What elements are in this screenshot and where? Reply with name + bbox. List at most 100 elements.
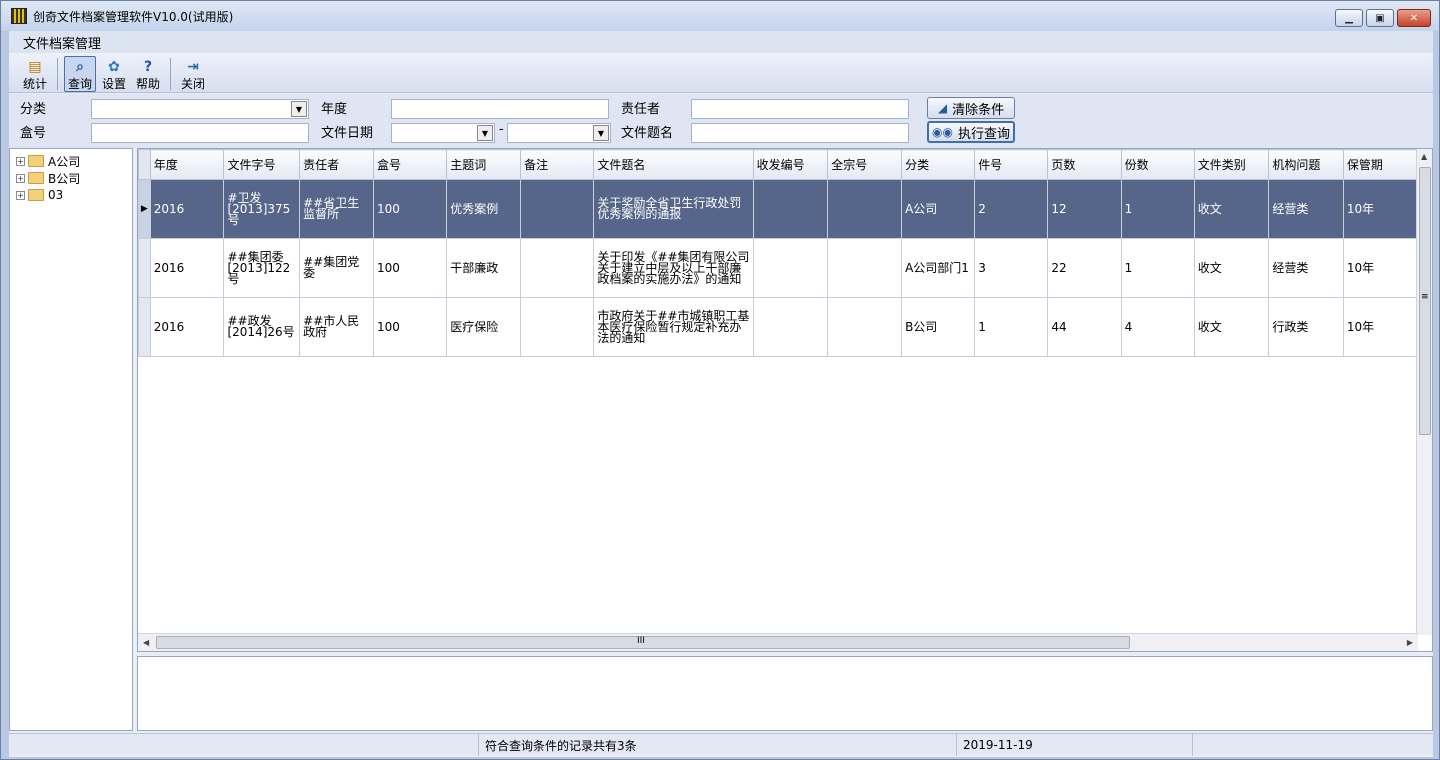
cell[interactable] — [827, 238, 903, 298]
close-window-button[interactable]: ✕ — [1397, 9, 1431, 27]
column-header[interactable]: 机构问题 — [1268, 149, 1344, 180]
date-to-select[interactable]: ▼ — [507, 123, 611, 143]
cell[interactable]: ##集团党委 — [299, 238, 374, 298]
cell[interactable]: 收文 — [1193, 297, 1270, 357]
cell[interactable]: 44 — [1047, 297, 1122, 357]
cell[interactable]: 1 — [974, 297, 1049, 357]
cell[interactable]: 1 — [1120, 179, 1195, 239]
cell[interactable] — [752, 297, 829, 357]
category-select[interactable]: ▼ — [91, 99, 309, 119]
horizontal-scroll-thumb[interactable]: III — [156, 636, 1130, 649]
responsible-input[interactable] — [691, 99, 909, 119]
run-query-button[interactable]: ◉◉ 执行查询 — [927, 121, 1015, 143]
cell[interactable]: 10年 — [1342, 297, 1418, 357]
column-header[interactable]: 收发编号 — [752, 149, 829, 180]
cell[interactable]: 2016 — [149, 179, 225, 239]
column-header[interactable]: 责任者 — [299, 149, 374, 180]
column-header[interactable]: 全宗号 — [827, 149, 903, 180]
cell[interactable]: B公司 — [901, 297, 976, 357]
close-button[interactable]: ⇥ 关闭 — [177, 56, 209, 92]
tree-item[interactable]: + 03 — [10, 187, 132, 203]
query-button[interactable]: ⌕ 查询 — [64, 56, 96, 92]
cell[interactable]: 100 — [372, 179, 448, 239]
clear-conditions-button[interactable]: ◢ 清除条件 — [927, 97, 1015, 119]
column-header[interactable]: 文件字号 — [223, 149, 301, 180]
tree-item[interactable]: + A公司 — [10, 153, 132, 169]
cell[interactable] — [520, 238, 595, 298]
maximize-button[interactable]: ▣ — [1366, 9, 1394, 27]
expand-plus-icon[interactable]: + — [16, 190, 25, 200]
cell[interactable]: 10年 — [1342, 179, 1418, 239]
cell[interactable]: 100 — [372, 238, 448, 298]
column-header[interactable]: 年度 — [149, 149, 225, 180]
help-button[interactable]: ? 帮助 — [132, 56, 164, 92]
scroll-left-arrow-icon[interactable]: ◀ — [143, 638, 149, 647]
expand-plus-icon[interactable]: + — [16, 173, 25, 183]
cell[interactable] — [520, 179, 595, 239]
scroll-right-arrow-icon[interactable]: ▶ — [1407, 638, 1413, 647]
cell[interactable]: 2016 — [149, 297, 225, 357]
cell[interactable]: 100 — [372, 297, 448, 357]
tree-item[interactable]: + B公司 — [10, 170, 132, 186]
vertical-scroll-thumb[interactable]: ≡ — [1419, 167, 1431, 435]
cell[interactable]: 12 — [1047, 179, 1122, 239]
scroll-up-arrow-icon[interactable]: ▲ — [1421, 152, 1427, 161]
cell[interactable]: 医疗保险 — [446, 297, 522, 357]
cell[interactable]: A公司部门1 — [901, 238, 976, 298]
cell[interactable]: A公司 — [901, 179, 976, 239]
date-from-select[interactable]: ▼ — [391, 123, 495, 143]
cell[interactable]: 10年 — [1342, 238, 1418, 298]
table-row[interactable]: 2016 ##集团委[2013]122号 ##集团党委 100 干部廉政 关于印… — [138, 238, 1418, 298]
cell[interactable] — [827, 179, 903, 239]
expand-plus-icon[interactable]: + — [16, 156, 25, 166]
chevron-down-icon[interactable]: ▼ — [593, 125, 609, 141]
chevron-down-icon[interactable]: ▼ — [291, 101, 307, 117]
menu-file-archive[interactable]: 文件档案管理 — [9, 33, 115, 52]
column-header[interactable]: 页数 — [1047, 149, 1122, 180]
minimize-button[interactable]: ▁ — [1335, 9, 1363, 27]
horizontal-scrollbar[interactable]: ◀ III ▶ — [138, 633, 1418, 651]
cell[interactable]: 2016 — [149, 238, 225, 298]
column-header[interactable]: 份数 — [1120, 149, 1195, 180]
cell[interactable] — [752, 238, 829, 298]
table-row[interactable]: 2016 ##政发[2014]26号 ##市人民政府 100 医疗保险 市政府关… — [138, 297, 1418, 357]
cell[interactable] — [752, 179, 829, 239]
column-header[interactable]: 保管期 — [1342, 149, 1418, 180]
cell[interactable]: 经营类 — [1268, 238, 1344, 298]
cell[interactable] — [827, 297, 903, 357]
cell[interactable]: 经营类 — [1268, 179, 1344, 239]
vertical-scrollbar[interactable]: ▲ ≡ — [1416, 149, 1432, 635]
cell[interactable]: ##政发[2014]26号 — [223, 297, 301, 357]
column-header[interactable]: 文件题名 — [593, 149, 754, 180]
column-header[interactable]: 盒号 — [372, 149, 448, 180]
cell[interactable]: 优秀案例 — [446, 179, 522, 239]
column-header[interactable]: 件号 — [974, 149, 1049, 180]
column-header[interactable]: 分类 — [901, 149, 976, 180]
cell[interactable]: 2 — [974, 179, 1049, 239]
stats-button[interactable]: ▤ 统计 — [19, 56, 51, 92]
column-header[interactable]: 文件类别 — [1193, 149, 1270, 180]
cell[interactable]: 3 — [974, 238, 1049, 298]
cell[interactable]: ##市人民政府 — [299, 297, 374, 357]
cell[interactable]: ##集团委[2013]122号 — [223, 238, 301, 298]
column-header[interactable]: 主题词 — [446, 149, 522, 180]
cell[interactable]: 1 — [1120, 238, 1195, 298]
cell[interactable] — [520, 297, 595, 357]
chevron-down-icon[interactable]: ▼ — [477, 125, 493, 141]
cell[interactable]: 4 — [1120, 297, 1195, 357]
table-row[interactable]: ▶ 2016 #卫发[2013]375号 ##省卫生监督所 100 优秀案例 关… — [138, 179, 1418, 239]
cell[interactable]: ##省卫生监督所 — [299, 179, 374, 239]
year-input[interactable] — [391, 99, 609, 119]
cell[interactable]: 干部廉政 — [446, 238, 522, 298]
title-input[interactable] — [691, 123, 909, 143]
cell[interactable]: 收文 — [1193, 179, 1270, 239]
settings-button[interactable]: ✿ 设置 — [98, 56, 130, 92]
column-header[interactable]: 备注 — [520, 149, 595, 180]
cell[interactable]: 关于奖励全省卫生行政处罚优秀案例的通报 — [593, 179, 754, 239]
cell[interactable]: 市政府关于##市城镇职工基本医疗保险暂行规定补充办法的通知 — [593, 297, 754, 357]
cell[interactable]: 关于印发《##集团有限公司关于建立中层及以上干部廉政档案的实施办法》的通知 — [593, 238, 754, 298]
cell[interactable]: 22 — [1047, 238, 1122, 298]
cell[interactable]: 收文 — [1193, 238, 1270, 298]
box-input[interactable] — [91, 123, 309, 143]
cell[interactable]: 行政类 — [1268, 297, 1344, 357]
